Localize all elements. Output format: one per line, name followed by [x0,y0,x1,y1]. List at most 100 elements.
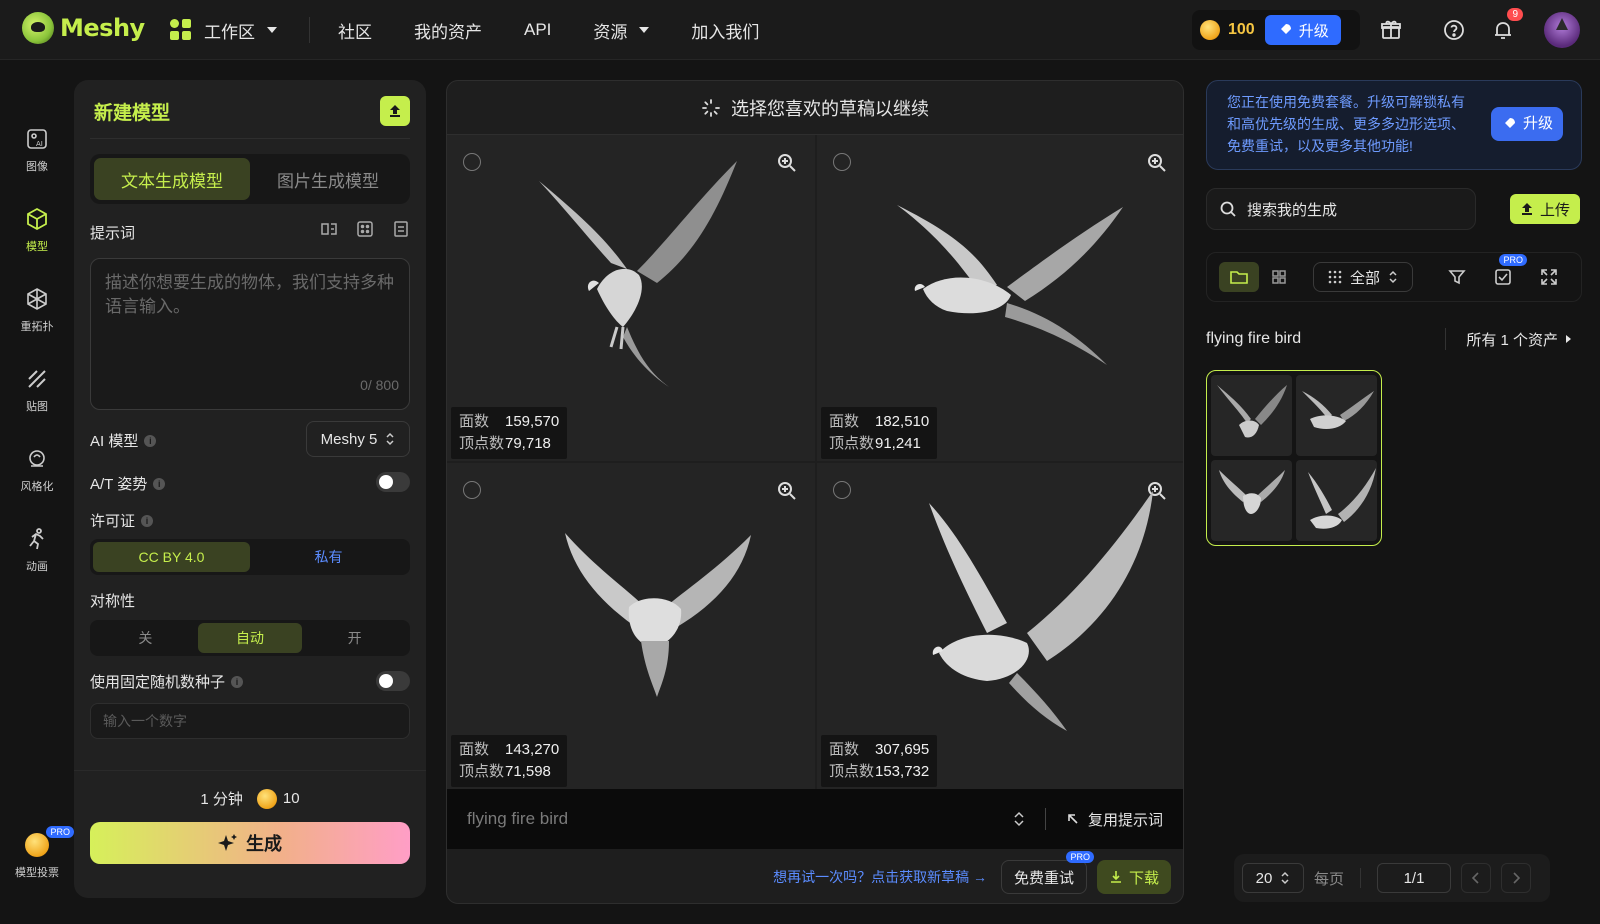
nav-community[interactable]: 社区 [338,0,372,60]
search-placeholder: 搜索我的生成 [1247,201,1338,219]
free-retry-button[interactable]: 免费重试 PRO [1000,851,1094,894]
zoom-in-icon[interactable] [775,479,799,503]
license-cc-by[interactable]: CC BY 4.0 [93,542,250,572]
symmetry-off[interactable]: 关 [93,623,198,653]
info-icon[interactable]: i [153,477,166,490]
pose-toggle[interactable] [376,472,410,492]
new-model-panel: 新建模型 文本生成模型 图片生成模型 提示词 描述你想要生成的物体，我们支持多种… [74,80,426,898]
filter-select[interactable]: 全部 [1313,262,1413,292]
bird-model-render [539,161,737,387]
prompt-textarea[interactable]: 描述你想要生成的物体，我们支持多种语言输入。 0/ 800 [90,258,410,410]
search-icon [1220,201,1236,217]
nav-my-assets[interactable]: 我的资产 [414,0,482,60]
draft-tile[interactable]: 面数 143,270 顶点数71,598 [447,463,815,789]
rocket-icon [1503,118,1515,129]
info-icon[interactable]: i [231,675,244,688]
meshy-logo[interactable]: Meshy [22,12,145,44]
nav-api[interactable]: API [524,0,551,60]
prompt-split-icon[interactable] [320,220,338,238]
search-input[interactable]: 搜索我的生成 [1206,188,1476,230]
reuse-prompt-button[interactable]: 复用提示词 [1066,809,1163,830]
pro-badge: PRO [1499,254,1527,266]
zoom-in-icon[interactable] [775,151,799,175]
vertices-label: 顶点数 [459,763,505,780]
info-icon[interactable]: i [141,514,154,527]
select-radio[interactable] [463,481,481,499]
pro-badge: PRO [46,826,74,838]
prev-page-button[interactable] [1461,863,1492,893]
divider [1445,328,1447,350]
expand-icon[interactable] [1529,262,1569,292]
filter-icon[interactable] [1437,262,1477,292]
retry-link[interactable]: 想再试一次吗？点击获取新草稿 → [773,867,987,887]
select-radio[interactable] [833,481,851,499]
bell-icon[interactable]: 9 [1489,8,1523,44]
page-size-select[interactable]: 20 [1242,863,1304,893]
info-icon[interactable]: i [144,434,157,447]
nav-workspace[interactable]: 工作区 [170,0,277,60]
arrow-up-left-icon [1068,814,1078,824]
chevron-down-icon [267,27,277,33]
divider [1360,868,1362,888]
stylize-icon [24,446,50,472]
generation-card[interactable] [1206,370,1382,546]
prompt-grid-icon[interactable] [356,220,374,238]
rail-item-retopology[interactable]: 重拓扑 [0,286,74,334]
rail-item-texture[interactable]: 贴图 [0,366,74,414]
ai-model-select[interactable]: Meshy 5 [306,421,410,457]
mesh-stats: 面数 143,270 顶点数71,598 [451,735,568,787]
rail-item-model-vote[interactable]: PRO 模型投票 [0,826,74,880]
free-retry-label: 免费重试 [1013,869,1074,887]
top-bar: Meshy 工作区 社区 我的资产 API 资源 加入我们 100 升级 9 [0,0,1600,60]
upgrade-label: 升级 [1298,22,1329,40]
prompt-list-icon[interactable] [392,220,410,238]
tab-image-to-model[interactable]: 图片生成模型 [250,158,406,200]
draft-tile[interactable]: 面数 182,510 顶点数91,241 [817,135,1183,461]
credit-box[interactable]: 100 升级 [1192,10,1360,50]
rail-item-animation[interactable]: 动画 [0,526,74,574]
chevron-updown-icon [386,432,394,446]
zoom-in-icon[interactable] [1145,151,1169,175]
thumbnail [1211,375,1292,456]
folder-icon[interactable] [1219,262,1259,292]
upload-button[interactable]: 上传 [1509,194,1580,224]
rail-item-model[interactable]: 模型 [0,206,74,254]
page-indicator[interactable]: 1/1 [1377,863,1452,893]
grid-view-icon[interactable] [1259,262,1299,292]
symmetry-auto[interactable]: 自动 [197,623,303,653]
used-prompt-text[interactable]: flying fire bird [467,809,1013,829]
download-button[interactable]: 下载 [1096,860,1171,894]
next-page-button[interactable] [1501,863,1532,893]
chevron-updown-icon[interactable] [1013,811,1025,827]
promo-text: 您正在使用免费套餐。升级可解锁私有和高优先级的生成、更多多边形选项、免费重试，以… [1227,94,1465,154]
help-icon[interactable] [1440,16,1468,44]
bird-thumbnail [1302,391,1374,429]
upload-icon[interactable] [380,96,410,126]
license-private[interactable]: 私有 [250,542,407,572]
rail-item-stylize[interactable]: 风格化 [0,446,74,494]
upgrade-button[interactable]: 升级 [1264,15,1341,45]
nav-resources[interactable]: 资源 [593,0,650,60]
nav-join-us[interactable]: 加入我们 [691,0,759,60]
seed-input[interactable]: 输入一个数字 [90,703,410,739]
promo-upgrade-button[interactable]: 升级 [1490,107,1563,141]
select-radio[interactable] [833,153,851,171]
pose-label-text: A/T 姿势 [90,476,148,493]
gift-icon[interactable] [1377,16,1405,44]
promo-upgrade-label: 升级 [1522,115,1553,132]
seed-toggle[interactable] [376,671,410,691]
symmetry-on[interactable]: 开 [302,623,407,653]
mode-tabs: 文本生成模型 图片生成模型 [90,154,410,204]
download-icon [1110,871,1121,883]
draft-tile[interactable]: 面数 159,570 顶点数79,718 [447,135,815,461]
draft-tile[interactable]: 面数 307,695 顶点数153,732 [817,463,1183,789]
brand-name: Meshy [60,14,145,42]
avatar[interactable] [1544,12,1580,48]
tab-text-to-model[interactable]: 文本生成模型 [94,158,250,200]
sparkle-icon [218,834,237,851]
select-radio[interactable] [463,153,481,171]
generate-button[interactable]: 生成 [90,822,410,864]
rail-item-image[interactable]: AI 图像 [0,126,74,174]
select-mode-icon[interactable]: PRO [1483,254,1527,292]
all-assets-link[interactable]: 所有 1 个资产 [1466,329,1572,350]
